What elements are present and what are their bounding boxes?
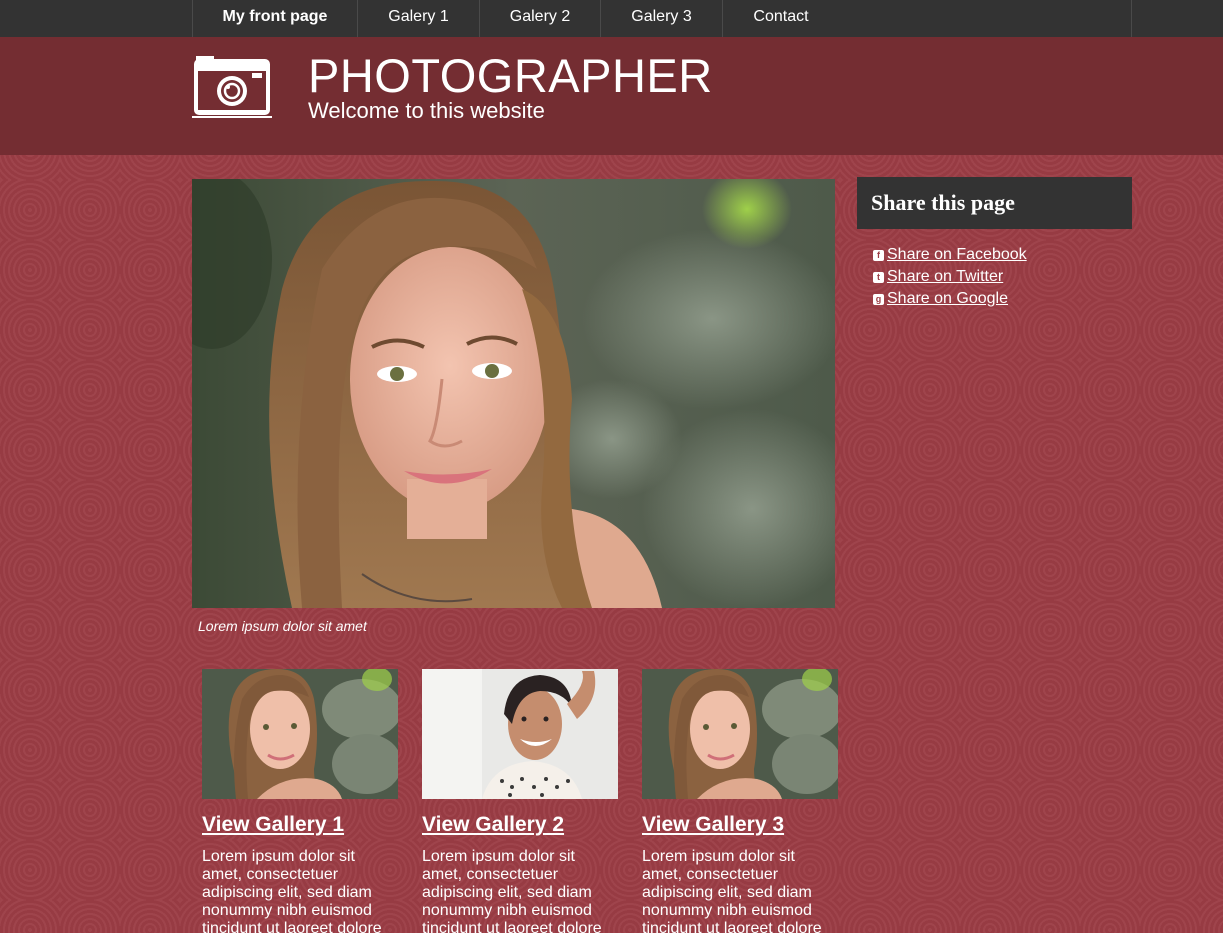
gallery-thumbnail-1[interactable]	[202, 669, 398, 799]
nav-item-galery-1[interactable]: Galery 1	[358, 0, 480, 37]
nav-item-galery-2[interactable]: Galery 2	[480, 0, 601, 37]
view-gallery-3-link[interactable]: View Gallery 3	[642, 812, 838, 838]
site-subtitle: Welcome to this website	[308, 98, 545, 123]
gallery-card-2: View Gallery 2 Lorem ipsum dolor sit ame…	[422, 669, 618, 933]
share-title: Share this page	[871, 190, 1015, 215]
nav-item-front-page[interactable]: My front page	[193, 0, 358, 37]
hero-image	[192, 179, 835, 608]
share-google-link[interactable]: g Share on Google	[873, 288, 1027, 310]
view-gallery-2-link[interactable]: View Gallery 2	[422, 812, 618, 838]
site-header: PHOTOGRAPHER Welcome to this website	[0, 37, 1223, 155]
portrait-photo-girl	[192, 179, 835, 608]
share-panel-header: Share this page	[857, 177, 1132, 229]
gallery-thumbnail-3[interactable]	[642, 669, 838, 799]
gallery-thumbnail-2[interactable]	[422, 669, 618, 799]
share-links: f Share on Facebook t Share on Twitter g…	[873, 244, 1027, 310]
gallery-1-description: Lorem ipsum dolor sit amet, consectetuer…	[202, 848, 382, 933]
nav-item-galery-3[interactable]: Galery 3	[601, 0, 723, 37]
gallery-card-1: View Gallery 1 Lorem ipsum dolor sit ame…	[202, 669, 398, 933]
google-icon: g	[873, 293, 884, 305]
view-gallery-1-link[interactable]: View Gallery 1	[202, 812, 398, 838]
top-navigation-bar: My front page Galery 1 Galery 2 Galery 3…	[0, 0, 1223, 37]
hero-caption: Lorem ipsum dolor sit amet	[198, 618, 367, 634]
gallery-3-description: Lorem ipsum dolor sit amet, consectetuer…	[642, 848, 822, 933]
nav-item-contact[interactable]: Contact	[723, 0, 839, 37]
gallery-2-description: Lorem ipsum dolor sit amet, consectetuer…	[422, 848, 602, 933]
main-menu: My front page Galery 1 Galery 2 Galery 3…	[192, 0, 1132, 37]
share-google-label: Share on Google	[887, 290, 1008, 307]
share-twitter-label: Share on Twitter	[887, 268, 1004, 285]
facebook-icon: f	[873, 249, 884, 261]
camera-icon[interactable]	[192, 54, 272, 120]
twitter-icon: t	[873, 271, 884, 283]
gallery-card-3: View Gallery 3 Lorem ipsum dolor sit ame…	[642, 669, 838, 933]
site-title: PHOTOGRAPHER	[308, 49, 713, 102]
share-facebook-label: Share on Facebook	[887, 246, 1027, 263]
share-twitter-link[interactable]: t Share on Twitter	[873, 266, 1027, 288]
share-facebook-link[interactable]: f Share on Facebook	[873, 244, 1027, 266]
